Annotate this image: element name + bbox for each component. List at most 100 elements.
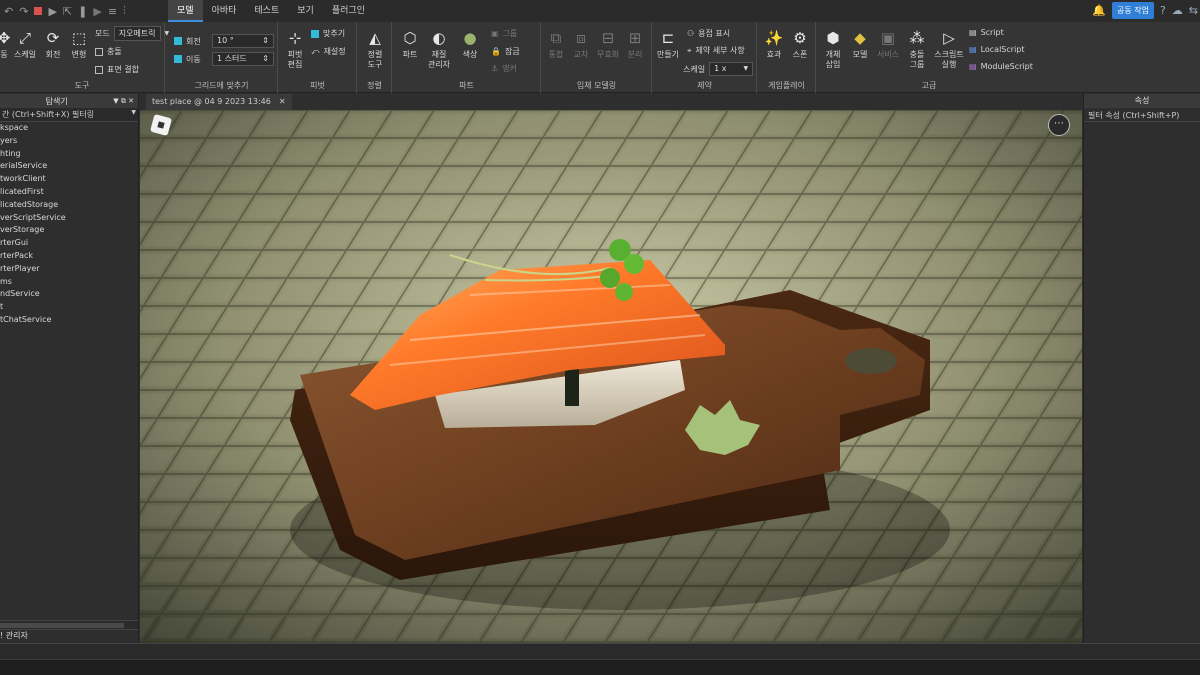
service-icon: ▣ [880, 29, 896, 47]
collab-button[interactable]: 공동 작업 [1111, 2, 1154, 19]
tree-item[interactable]: yers [0, 135, 138, 148]
run-script-button[interactable]: ▷ 스크립트 실행 [934, 28, 964, 70]
separate-button[interactable]: ⊞ 분리 [623, 28, 647, 60]
tree-item[interactable]: rterPack [0, 250, 138, 263]
surface-join-checkbox[interactable] [95, 65, 103, 74]
tab-plugins[interactable]: 플러그인 [323, 0, 374, 22]
weld-icon: ⚇ [687, 29, 695, 38]
pause-icon[interactable]: ❚ [78, 5, 87, 18]
rotate-snap-field[interactable]: 10 ° ⇕ [212, 34, 274, 48]
intersect-button[interactable]: ⧈ 교차 [569, 28, 593, 60]
select-tool-icon[interactable]: ⇱ [63, 5, 72, 18]
scroll-thumb[interactable] [0, 623, 124, 628]
effects-button[interactable]: ✨ 효과 [762, 28, 786, 60]
surface-join-toggle[interactable]: 표면 결합 [95, 64, 139, 75]
hexagon-icon: ⬢ [826, 29, 840, 47]
module-script-button[interactable]: ▤ ModuleScript [969, 62, 1033, 71]
properties-filter-input[interactable]: 필터 속성 (Ctrl+Shift+P) [1084, 108, 1200, 122]
pivot-edit-button[interactable]: ⊹ 피벗 편집 [283, 28, 307, 70]
properties-panel: 속성 필터 속성 (Ctrl+Shift+P) [1083, 94, 1200, 643]
command-bar[interactable] [0, 659, 1200, 675]
tab-view[interactable]: 보기 [288, 0, 323, 22]
explorer-horizontal-scrollbar[interactable] [0, 620, 138, 629]
collision-toggle[interactable]: 충돌 [95, 46, 122, 57]
move-snap-field[interactable]: 1 스터드 ⇕ [212, 52, 274, 66]
help-icon[interactable]: ? [1160, 4, 1166, 17]
share-icon[interactable]: ⇆ [1189, 4, 1198, 17]
create-constraint-button[interactable]: ⊏ 만들기 [655, 28, 681, 60]
stepper-icon: ⇕ [262, 54, 269, 63]
service-button[interactable]: ▣ 서비스 [875, 28, 901, 60]
color-swatch-icon: ● [463, 29, 477, 47]
pivot-snap-toggle[interactable]: 맞추기 [311, 28, 345, 39]
pivot-reset-button[interactable]: ⤺ 재설정 [311, 46, 346, 57]
select-cursor-icon[interactable]: ▶ [48, 5, 56, 18]
explorer-bottom-tab[interactable]: ! 관리자 [0, 629, 138, 643]
more-options-icon[interactable]: ⋯ [1048, 114, 1070, 136]
close-icon[interactable]: ✕ [279, 94, 286, 110]
overflow-icon[interactable]: ⫶ [123, 4, 126, 18]
tree-item[interactable]: verStorage [0, 224, 138, 237]
stepper-icon: ⇕ [262, 36, 269, 45]
viewport-tab[interactable]: test place @ 04 9 2023 13:46 ✕ [146, 94, 292, 110]
script-button[interactable]: ▤ Script [969, 28, 1004, 37]
explorer-filter-input[interactable]: 간 (Ctrl+Shift+X) 필터링 ▼ [0, 108, 138, 122]
tree-item[interactable]: licatedFirst [0, 186, 138, 199]
tree-item[interactable]: verScriptService [0, 212, 138, 225]
tree-item[interactable]: erialService [0, 160, 138, 173]
tree-item[interactable]: licatedStorage [0, 199, 138, 212]
redo-icon[interactable]: ↷ [19, 5, 28, 18]
rotate-button[interactable]: ⟳ 회전 [41, 28, 65, 60]
anchor-button[interactable]: ⚓ 앵커 [491, 63, 517, 74]
cloud-icon[interactable]: ☁ [1172, 4, 1183, 17]
transform-button[interactable]: ⬚ 변형 [67, 28, 91, 60]
properties-title: 속성 [1084, 94, 1200, 108]
material-manager-button[interactable]: ◐ 재질 관리자 [427, 28, 451, 70]
stop-button[interactable] [34, 7, 43, 15]
scene [140, 110, 1082, 643]
pivot-snap-checkbox[interactable] [311, 29, 319, 38]
collision-checkbox[interactable] [95, 47, 103, 56]
effects-icon: ✨ [764, 29, 784, 47]
tab-avatar[interactable]: 아바타 [203, 0, 246, 22]
align-tool-button[interactable]: ◭ 정렬 도구 [363, 28, 387, 70]
tree-item[interactable]: tChatService [0, 314, 138, 327]
local-script-button[interactable]: ▤ LocalScript [969, 45, 1025, 54]
model-button[interactable]: ◆ 모델 [848, 28, 872, 60]
weld-display-toggle[interactable]: ⚇ 용접 표시 [687, 28, 730, 39]
rotate-snap-checkbox[interactable] [174, 37, 182, 45]
lock-button[interactable]: 🔒 잠금 [491, 46, 520, 57]
constraint-details-toggle[interactable]: ⌖ 제약 세부 사항 [687, 45, 745, 56]
color-button[interactable]: ● 색상 [458, 28, 482, 60]
union-button[interactable]: ⧉ 통합 [544, 28, 568, 60]
tree-item[interactable]: rterGui [0, 237, 138, 250]
undo-icon[interactable]: ↶ [4, 5, 13, 18]
panel-controls-icon[interactable]: ▼ ⧉ ✕ [113, 97, 134, 106]
tree-item[interactable]: ndService [0, 288, 138, 301]
constraint-scale-field[interactable]: 1 x ▼ [709, 62, 754, 76]
mode-select[interactable]: 지오메트릭 [113, 26, 161, 41]
group-icon: ▣ [491, 29, 499, 38]
scale-button[interactable]: ⤢ 스케일 [12, 28, 38, 60]
part-button[interactable]: ⬡ 파트 [398, 28, 422, 60]
spawn-button[interactable]: ⚙ 스폰 [788, 28, 812, 60]
notification-icon[interactable]: 🔔 [1092, 4, 1106, 17]
move-snap-checkbox[interactable] [174, 55, 182, 63]
tree-item[interactable]: t [0, 301, 138, 314]
tree-item[interactable]: ms [0, 276, 138, 289]
move-snap-row: 이동 1 스터드 ⇕ [174, 52, 274, 66]
tree-item[interactable]: hting [0, 148, 138, 161]
negate-button[interactable]: ⊟ 무효화 [594, 28, 622, 60]
tree-item[interactable]: tworkClient [0, 173, 138, 186]
customize-icon[interactable]: ≡ [108, 5, 117, 18]
tab-test[interactable]: 테스트 [245, 0, 288, 22]
3d-viewport[interactable]: ⋯ [140, 110, 1082, 643]
group-button[interactable]: ▣ 그룹 [491, 28, 517, 39]
move-button[interactable]: ✥ 동 [0, 28, 12, 60]
insert-object-button[interactable]: ⬢ 개체 삽입 [821, 28, 845, 70]
tree-item[interactable]: kspace [0, 122, 138, 135]
tree-item[interactable]: rterPlayer [0, 263, 138, 276]
collision-groups-button[interactable]: ⁂ 충돌 그룹 [905, 28, 929, 70]
tab-model[interactable]: 모델 [168, 0, 203, 22]
play-icon[interactable]: ▶ [93, 5, 101, 18]
